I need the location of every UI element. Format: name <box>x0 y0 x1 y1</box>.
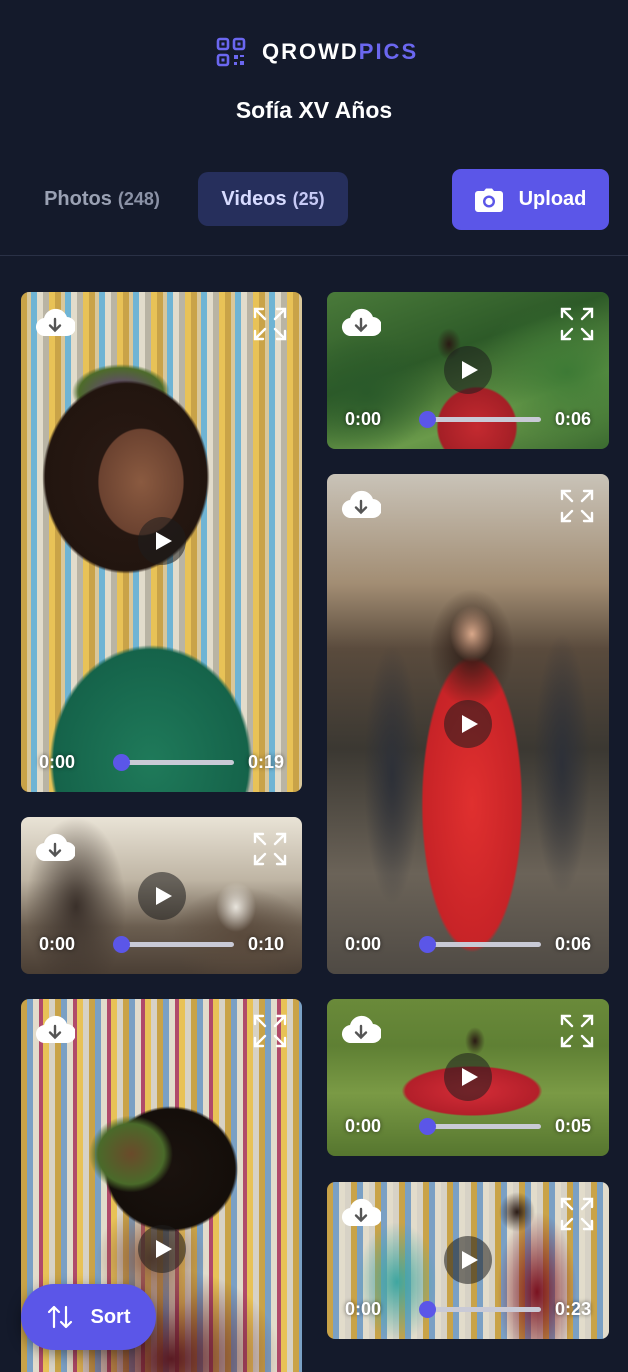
play-button[interactable] <box>444 1236 492 1284</box>
play-icon <box>461 1251 478 1269</box>
video-controls: 0:00 0:23 <box>345 1297 591 1321</box>
current-time: 0:00 <box>345 408 382 429</box>
tab-photos[interactable]: Photos (248) <box>22 172 182 226</box>
upload-button[interactable]: Upload <box>452 169 609 230</box>
qr-code-icon <box>216 37 246 67</box>
fullscreen-icon[interactable] <box>252 831 288 867</box>
download-cloud-icon[interactable] <box>341 306 381 340</box>
seek-handle[interactable] <box>419 410 437 428</box>
video-card[interactable]: 0:00 0:06 <box>327 474 609 974</box>
download-cloud-icon[interactable] <box>341 488 381 522</box>
video-card[interactable]: 0:00 0:05 <box>327 999 609 1156</box>
download-cloud-icon[interactable] <box>35 1013 75 1047</box>
fullscreen-icon[interactable] <box>252 1013 288 1049</box>
play-button[interactable] <box>138 872 186 920</box>
tab-photos-label: Photos <box>44 187 112 210</box>
video-controls: 0:00 0:19 <box>39 750 284 774</box>
brand-name-part1: QROWD <box>262 39 359 64</box>
play-icon <box>461 361 478 379</box>
current-time: 0:00 <box>39 751 76 772</box>
current-time: 0:00 <box>345 933 382 954</box>
play-button[interactable] <box>444 346 492 394</box>
duration: 0:05 <box>554 1115 591 1136</box>
video-controls: 0:00 0:06 <box>345 932 591 956</box>
play-button[interactable] <box>138 1225 186 1273</box>
play-icon <box>155 1240 172 1258</box>
seek-handle[interactable] <box>113 935 131 953</box>
play-icon <box>155 532 172 550</box>
event-title: Sofía XV Años <box>235 97 393 123</box>
download-cloud-icon[interactable] <box>341 1196 381 1230</box>
video-controls: 0:00 0:05 <box>345 1114 591 1138</box>
fullscreen-icon[interactable] <box>559 1013 595 1049</box>
tab-photos-count: (248) <box>117 188 160 209</box>
seek-bar[interactable] <box>419 935 541 953</box>
video-card[interactable]: 0:00 0:23 <box>327 1182 609 1339</box>
video-controls: 0:00 0:10 <box>39 932 284 956</box>
fullscreen-icon[interactable] <box>559 1196 595 1232</box>
download-cloud-icon[interactable] <box>35 306 75 340</box>
app-header: QROWDPICS Sofía XV Años Photos (248) Vid… <box>0 0 628 256</box>
seek-bar[interactable] <box>419 1117 541 1135</box>
video-card[interactable]: 0:00 0:06 <box>327 292 609 449</box>
download-cloud-icon[interactable] <box>341 1013 381 1047</box>
upload-button-label: Upload <box>518 188 587 210</box>
seek-bar[interactable] <box>113 935 234 953</box>
tab-videos-label: Videos <box>221 187 287 210</box>
sort-button[interactable]: Sort <box>21 1284 156 1350</box>
fullscreen-icon[interactable] <box>252 306 288 342</box>
fullscreen-icon[interactable] <box>559 488 595 524</box>
duration: 0:23 <box>554 1298 591 1319</box>
camera-icon <box>474 188 503 212</box>
play-icon <box>461 715 478 733</box>
brand-logo[interactable]: QROWDPICS <box>216 36 418 68</box>
tab-videos-count: (25) <box>292 188 325 209</box>
brand-name: QROWDPICS <box>262 39 418 65</box>
seek-bar[interactable] <box>419 1300 541 1318</box>
current-time: 0:00 <box>39 933 76 954</box>
play-button[interactable] <box>444 700 492 748</box>
video-controls: 0:00 0:06 <box>345 407 591 431</box>
seek-handle[interactable] <box>113 753 131 771</box>
sort-button-label: Sort <box>90 1305 131 1328</box>
duration: 0:19 <box>247 751 284 772</box>
seek-handle[interactable] <box>419 935 437 953</box>
brand-name-part2: PICS <box>358 39 419 64</box>
current-time: 0:00 <box>345 1298 382 1319</box>
duration: 0:10 <box>247 933 284 954</box>
duration: 0:06 <box>554 933 591 954</box>
tab-videos[interactable]: Videos (25) <box>198 172 348 226</box>
sort-arrows-icon <box>47 1305 72 1329</box>
seek-bar[interactable] <box>113 753 234 771</box>
play-icon <box>461 1068 478 1086</box>
play-icon <box>155 887 172 905</box>
video-card[interactable]: 0:00 0:10 <box>21 817 302 974</box>
fullscreen-icon[interactable] <box>559 306 595 342</box>
current-time: 0:00 <box>345 1115 382 1136</box>
seek-handle[interactable] <box>419 1117 437 1135</box>
video-card[interactable]: 0:00 0:19 <box>21 292 302 792</box>
seek-handle[interactable] <box>419 1300 437 1318</box>
play-button[interactable] <box>444 1053 492 1101</box>
play-button[interactable] <box>138 517 186 565</box>
download-cloud-icon[interactable] <box>35 831 75 865</box>
duration: 0:06 <box>554 408 591 429</box>
seek-bar[interactable] <box>419 410 541 428</box>
